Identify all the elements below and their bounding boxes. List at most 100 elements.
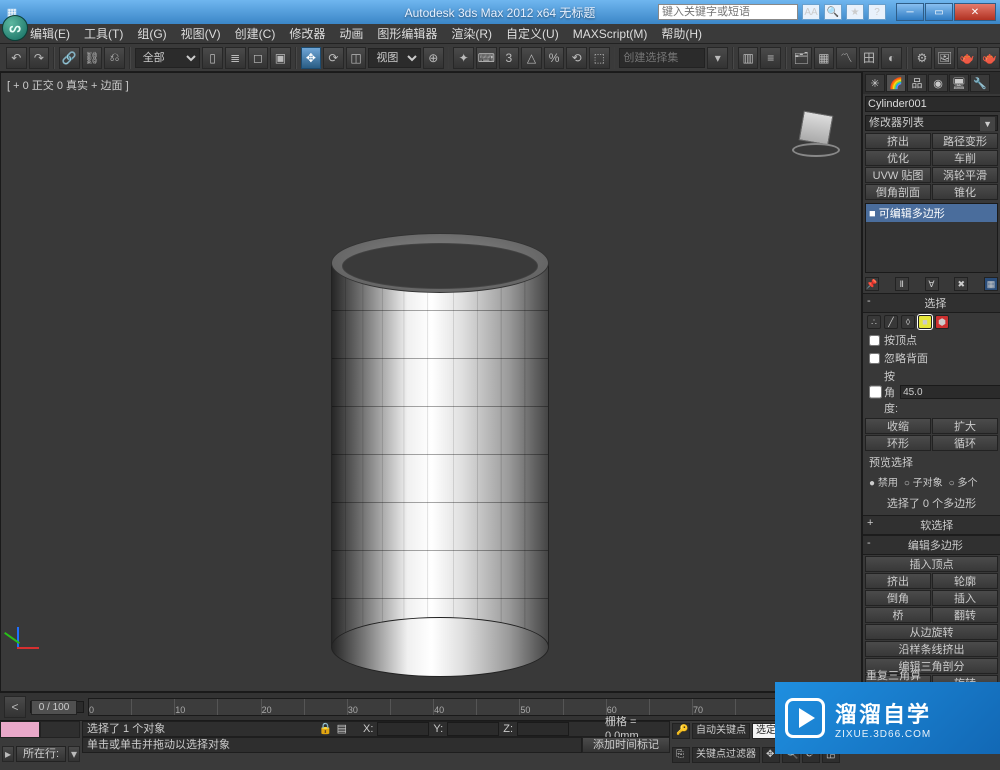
- btn-lathe[interactable]: 车削: [932, 150, 998, 166]
- graphite-button[interactable]: ▦: [814, 47, 835, 69]
- coord-x-input[interactable]: [377, 722, 429, 736]
- time-slider[interactable]: 0 / 100: [30, 701, 84, 713]
- menu-edit[interactable]: 编辑(E): [30, 25, 70, 42]
- btn-turbosmooth[interactable]: 涡轮平滑: [932, 167, 998, 183]
- script-mini-button[interactable]: ▸: [2, 746, 14, 762]
- help-button[interactable]: ?: [868, 4, 886, 20]
- redo-button[interactable]: ↷: [29, 47, 50, 69]
- btn-hinge[interactable]: 从边旋转: [865, 624, 998, 640]
- menu-tools[interactable]: 工具(T): [84, 25, 123, 42]
- key-filter-button[interactable]: 关键点过滤器: [692, 747, 760, 763]
- menu-help[interactable]: 帮助(H): [661, 25, 702, 42]
- btn-bridge[interactable]: 桥: [865, 607, 931, 623]
- autokey-button[interactable]: 自动关键点: [692, 723, 750, 739]
- viewcube[interactable]: [791, 103, 841, 153]
- material-editor-button[interactable]: ◐: [881, 47, 902, 69]
- bind-spacewarp-button[interactable]: ⎌: [104, 47, 125, 69]
- menu-graph[interactable]: 图形编辑器: [377, 25, 437, 42]
- edged-faces-button[interactable]: ⬚: [589, 47, 610, 69]
- lock-selection-icon[interactable]: 🔒: [319, 722, 333, 736]
- spinner-snap-button[interactable]: ⟲: [566, 47, 587, 69]
- btn-extrude[interactable]: 挤出: [865, 133, 931, 149]
- scale-button[interactable]: ◫: [346, 47, 367, 69]
- coord-y-input[interactable]: [447, 722, 499, 736]
- link-button[interactable]: 🔗: [59, 47, 80, 69]
- btn-grow[interactable]: 扩大: [932, 418, 998, 434]
- so-edge[interactable]: ╱: [884, 315, 898, 329]
- btn-ring[interactable]: 环形: [865, 435, 931, 451]
- manipulate-button[interactable]: ✦: [453, 47, 474, 69]
- modifier-list-dropdown[interactable]: 修改器列表: [865, 115, 998, 131]
- btn-taper[interactable]: 锥化: [932, 184, 998, 200]
- set-key-mode-icon[interactable]: 🔑: [672, 723, 690, 739]
- undo-button[interactable]: ↶: [6, 47, 27, 69]
- help-search-input[interactable]: [658, 4, 798, 20]
- rollup-softselect[interactable]: 软选择: [863, 515, 1000, 535]
- so-element[interactable]: ⬢: [935, 315, 949, 329]
- scene-cylinder[interactable]: [331, 233, 549, 677]
- rendered-frame-button[interactable]: 🖼: [934, 47, 955, 69]
- time-config-button[interactable]: <: [4, 696, 26, 718]
- menu-modifiers[interactable]: 修改器: [289, 25, 325, 42]
- btn-flip[interactable]: 翻转: [932, 607, 998, 623]
- btn-optimize[interactable]: 优化: [865, 150, 931, 166]
- iso-selection-icon[interactable]: ▤: [337, 722, 347, 736]
- selection-filter-select[interactable]: 全部: [135, 48, 201, 68]
- render-production-button[interactable]: 🫖: [957, 47, 978, 69]
- maximize-button[interactable]: ▭: [925, 3, 953, 21]
- add-time-marker-button[interactable]: 添加时间标记: [582, 737, 670, 753]
- select-object-button[interactable]: ▯: [202, 47, 223, 69]
- selset-dropdown-button[interactable]: ▾: [707, 47, 728, 69]
- listener-button[interactable]: ▾: [68, 746, 80, 762]
- radio-subobj[interactable]: ○ 子对象: [904, 474, 943, 489]
- info-button[interactable]: 🔍: [824, 4, 842, 20]
- window-crossing-button[interactable]: ▣: [270, 47, 291, 69]
- modifier-stack[interactable]: ■ 可编辑多边形: [865, 203, 998, 273]
- menu-maxscript[interactable]: MAXScript(M): [573, 27, 648, 41]
- viewport-label[interactable]: [ + 0 正交 0 真实 + 边面 ]: [7, 77, 129, 93]
- tab-motion[interactable]: ◉: [928, 74, 948, 92]
- radio-multi[interactable]: ○ 多个: [949, 474, 978, 489]
- tab-display[interactable]: 🖥: [949, 74, 969, 92]
- object-name-input[interactable]: [865, 96, 1000, 112]
- layer-manager-button[interactable]: 🗂: [791, 47, 812, 69]
- render-setup-button[interactable]: ⚙: [912, 47, 933, 69]
- menu-render[interactable]: 渲染(R): [451, 25, 492, 42]
- chk-byangle[interactable]: [869, 385, 882, 399]
- btn-insert[interactable]: 插入: [932, 590, 998, 606]
- btn-extrudespline[interactable]: 沿样条线挤出: [865, 641, 998, 657]
- radio-disable[interactable]: ● 禁用: [869, 474, 898, 489]
- btn-extrude2[interactable]: 挤出: [865, 573, 931, 589]
- btn-bevelprofile[interactable]: 倒角剖面: [865, 184, 931, 200]
- so-polygon[interactable]: ■: [918, 315, 932, 329]
- application-menu-button[interactable]: ᔕ: [2, 15, 28, 41]
- ref-coord-select[interactable]: 视图: [368, 48, 421, 68]
- unlink-button[interactable]: ⛓: [82, 47, 103, 69]
- btn-bevel[interactable]: 倒角: [865, 590, 931, 606]
- menu-customize[interactable]: 自定义(U): [506, 25, 559, 42]
- teapot-button[interactable]: 🫖: [980, 47, 1000, 69]
- rollup-selection[interactable]: 选择: [863, 293, 1000, 313]
- so-vertex[interactable]: ∴: [867, 315, 881, 329]
- menu-view[interactable]: 视图(V): [181, 25, 221, 42]
- keyboard-shortcut-button[interactable]: ⌨: [476, 47, 497, 69]
- btn-outline[interactable]: 轮廓: [932, 573, 998, 589]
- btn-shrink[interactable]: 收缩: [865, 418, 931, 434]
- minimize-button[interactable]: ─: [896, 3, 924, 21]
- btn-loop[interactable]: 循环: [932, 435, 998, 451]
- move-button[interactable]: ✥: [301, 47, 322, 69]
- so-border[interactable]: ◊: [901, 315, 915, 329]
- btn-insertvert[interactable]: 插入顶点: [865, 556, 998, 572]
- angle-snap-button[interactable]: △: [521, 47, 542, 69]
- tab-modify[interactable]: 🌈: [886, 74, 906, 92]
- tab-hierarchy[interactable]: 品: [907, 74, 927, 92]
- configure-sets-button[interactable]: ▦: [984, 277, 998, 291]
- angle-input[interactable]: [900, 385, 1000, 399]
- subscribe-button[interactable]: ★: [846, 4, 864, 20]
- btn-pathdeform[interactable]: 路径变形: [932, 133, 998, 149]
- btn-uvwmap[interactable]: UVW 贴图: [865, 167, 931, 183]
- viewport[interactable]: [ + 0 正交 0 真实 + 边面 ]: [0, 72, 862, 692]
- pivot-center-button[interactable]: ⊕: [423, 47, 444, 69]
- track-key-cell[interactable]: [0, 721, 40, 738]
- chk-ignoreback[interactable]: 忽略背面: [863, 349, 1000, 367]
